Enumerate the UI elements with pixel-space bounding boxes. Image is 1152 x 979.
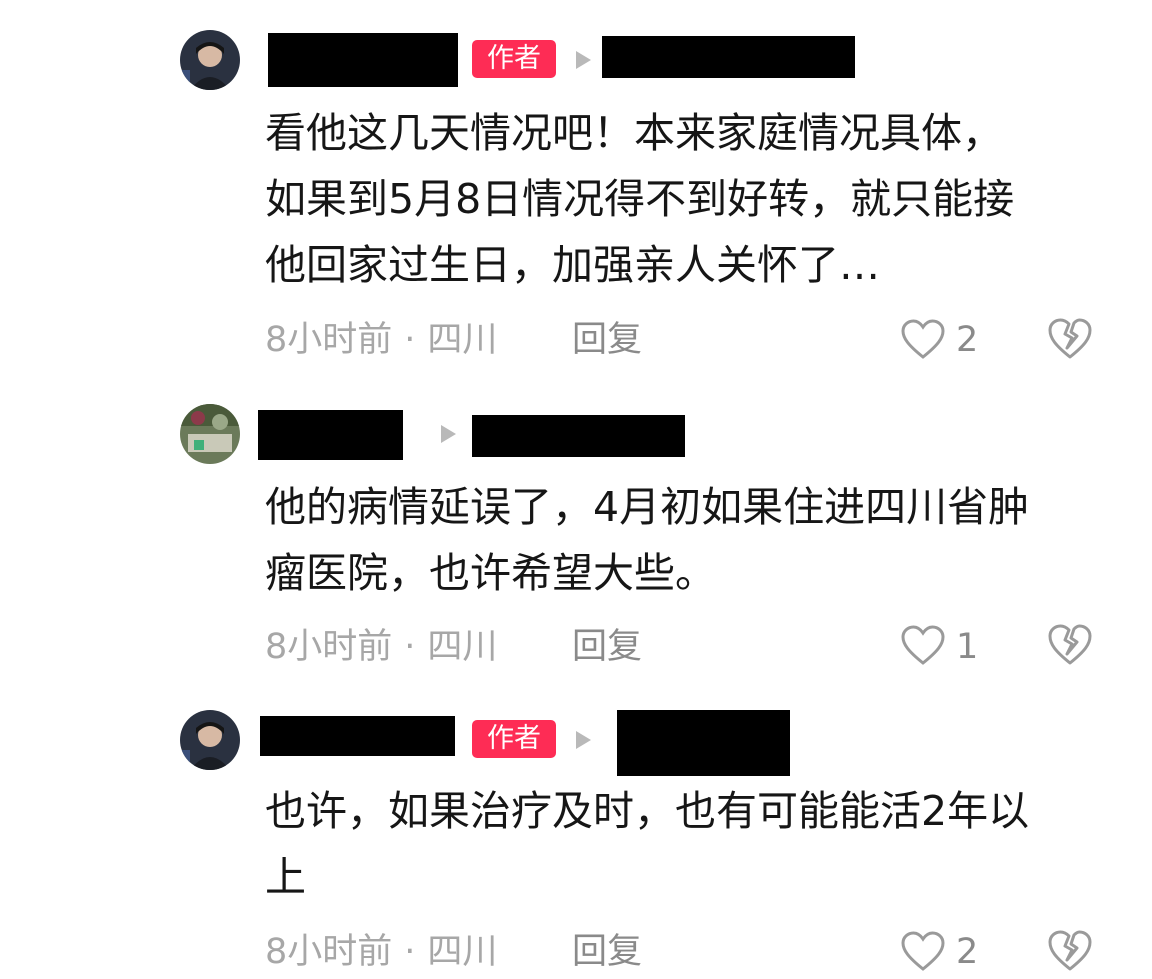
redacted-username <box>260 716 455 756</box>
comment-text: 也许，如果治疗及时，也有可能能活2年以 上 <box>265 778 1115 910</box>
timestamp: 8小时前 <box>265 932 393 972</box>
location: 四川 <box>427 627 498 667</box>
comment-text: 看他这几天情况吧！本来家庭情况具体， 如果到5月8日情况得不到好转，就只能接 他… <box>265 100 1115 298</box>
comment-line: 他回家过生日，加强亲人关怀了… <box>265 241 880 289</box>
comment-item: 作者 看他这几天情况吧！本来家庭情况具体， 如果到5月8日情况得不到好转，就只能… <box>0 0 1152 380</box>
heart-outline-icon[interactable] <box>900 318 946 360</box>
comment-meta: 8小时前 · 四川 <box>265 930 497 974</box>
avatar[interactable] <box>180 710 240 770</box>
meta-separator: · <box>404 320 416 360</box>
heart-outline-icon[interactable] <box>900 930 946 972</box>
author-badge: 作者 <box>472 720 556 758</box>
comment-line: 他的病情延误了，4月初如果住进四川省肿 <box>265 483 1030 531</box>
like-count: 2 <box>956 932 979 972</box>
comment-item: 作者 也许，如果治疗及时，也有可能能活2年以 上 8小时前 · 四川 回复 2 <box>0 690 1152 979</box>
broken-heart-icon[interactable] <box>1047 622 1093 666</box>
comment-line: 如果到5月8日情况得不到好转，就只能接 <box>265 175 1015 223</box>
comment-meta: 8小时前 · 四川 <box>265 318 497 362</box>
broken-heart-icon[interactable] <box>1047 928 1093 972</box>
arrow-right-icon <box>441 425 456 443</box>
heart-outline-icon[interactable] <box>900 624 946 666</box>
comment-line: 上 <box>265 853 306 901</box>
timestamp: 8小时前 <box>265 320 393 360</box>
avatar[interactable] <box>180 404 240 464</box>
author-badge: 作者 <box>472 40 556 78</box>
redacted-target <box>617 710 790 776</box>
timestamp: 8小时前 <box>265 627 393 667</box>
comment-line: 瘤医院，也许希望大些。 <box>265 549 716 597</box>
like-count: 1 <box>956 627 979 667</box>
comment-line: 看他这几天情况吧！本来家庭情况具体， <box>265 109 1003 157</box>
meta-separator: · <box>404 932 416 972</box>
comment-item: 他的病情延误了，4月初如果住进四川省肿 瘤医院，也许希望大些。 8小时前 · 四川 … <box>0 380 1152 690</box>
broken-heart-icon[interactable] <box>1047 316 1093 360</box>
location: 四川 <box>427 932 498 972</box>
comment-text: 他的病情延误了，4月初如果住进四川省肿 瘤医院，也许希望大些。 <box>265 474 1115 606</box>
meta-separator: · <box>404 627 416 667</box>
location: 四川 <box>427 320 498 360</box>
redacted-target <box>602 36 855 78</box>
reply-button[interactable]: 回复 <box>572 930 642 974</box>
reply-button[interactable]: 回复 <box>572 625 642 669</box>
redacted-username <box>268 33 458 87</box>
redacted-target <box>472 415 685 457</box>
reply-button[interactable]: 回复 <box>572 318 642 362</box>
comment-meta: 8小时前 · 四川 <box>265 625 497 669</box>
arrow-right-icon <box>576 731 591 749</box>
like-count: 2 <box>956 320 979 360</box>
avatar[interactable] <box>180 30 240 90</box>
comment-line: 也许，如果治疗及时，也有可能能活2年以 <box>265 787 1030 835</box>
redacted-username <box>258 410 403 460</box>
arrow-right-icon <box>576 51 591 69</box>
